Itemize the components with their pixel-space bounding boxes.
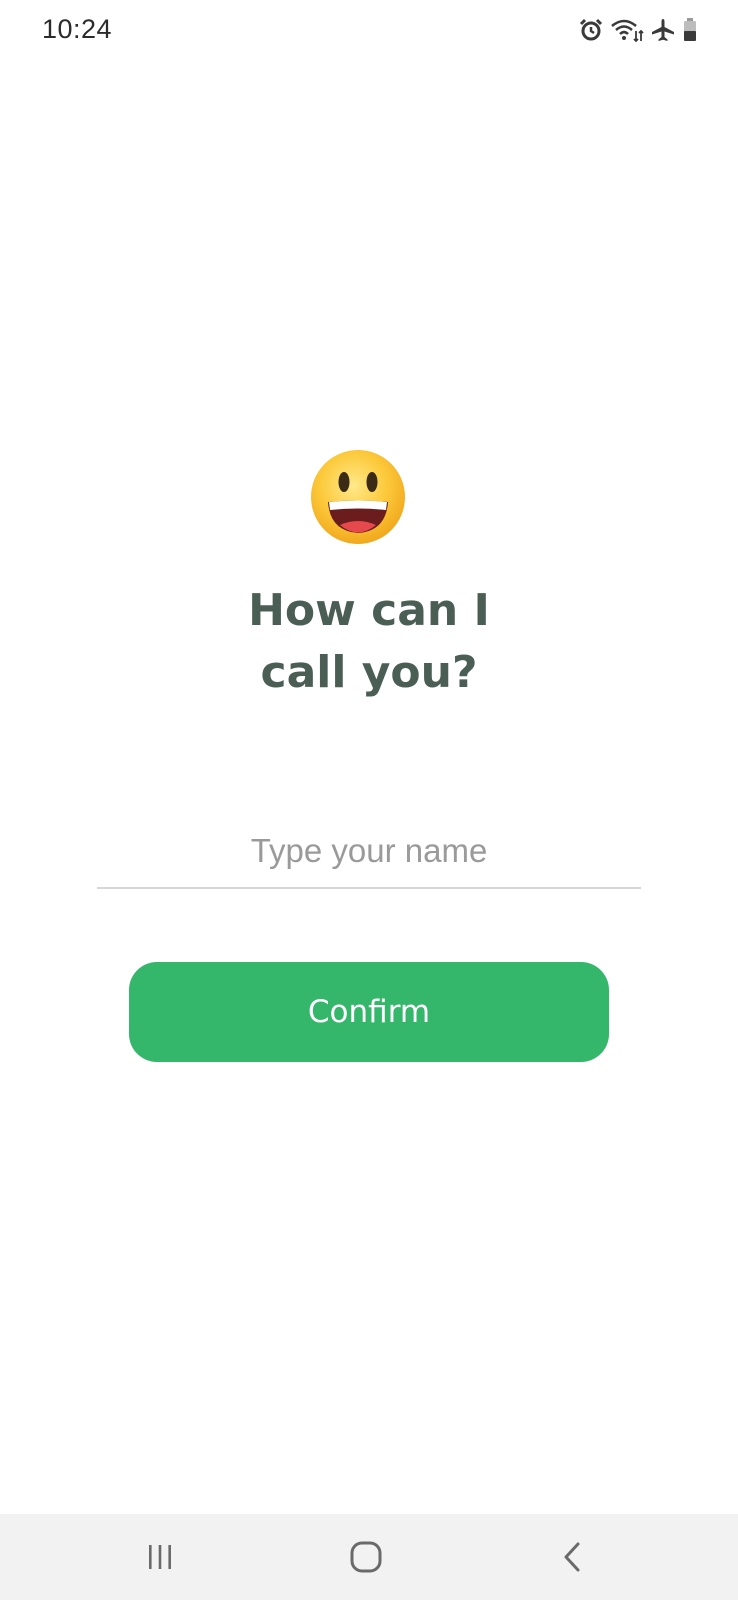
grinning-face-emoji	[311, 450, 405, 544]
page-title-line-1: How can I	[248, 585, 490, 636]
page-title: How can I call you?	[0, 580, 738, 704]
navigation-bar	[0, 1514, 738, 1600]
status-time: 10:24	[42, 14, 113, 44]
recents-button[interactable]	[100, 1514, 220, 1600]
back-button[interactable]	[513, 1514, 633, 1600]
page-title-line-2: call you?	[260, 647, 478, 698]
recents-icon	[149, 1545, 171, 1569]
home-icon	[350, 1541, 382, 1573]
status-bar: 10:24	[0, 0, 738, 60]
confirm-button[interactable]: Confirm	[129, 962, 609, 1062]
battery-icon	[684, 18, 696, 41]
alarm-icon	[579, 18, 603, 41]
home-button[interactable]	[306, 1514, 426, 1600]
airplane-mode-icon	[652, 19, 674, 41]
name-input[interactable]	[97, 815, 641, 889]
wifi-icon	[611, 19, 644, 43]
back-icon	[564, 1542, 580, 1572]
status-icons	[578, 15, 698, 45]
